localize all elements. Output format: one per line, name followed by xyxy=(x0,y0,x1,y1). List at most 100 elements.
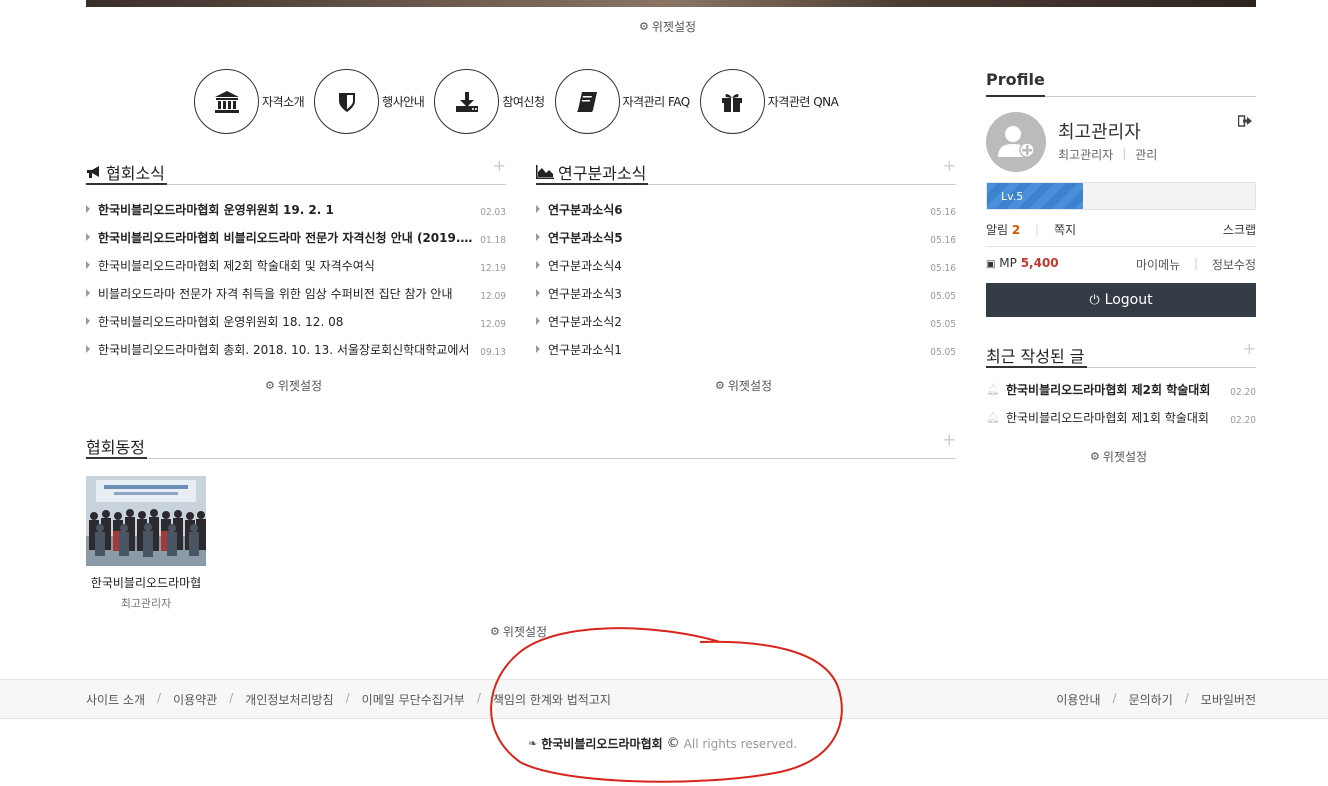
list-item[interactable]: 🔔︎ 한국비블리오드라마협회 제2회 학술대회 02.20 xyxy=(986,375,1256,403)
notifications-count: 2 xyxy=(1011,223,1021,237)
bullet-icon xyxy=(536,317,540,325)
research-board: 연구분과소식 + 연구분과소식6 05.16 연구분과소식5 05.16 연구분과소… xyxy=(536,156,956,363)
board-title[interactable]: 최근 작성된 글 xyxy=(986,343,1087,368)
gallery-thumbnail[interactable] xyxy=(86,476,206,566)
footer-link-privacy[interactable]: 개인정보처리방침 xyxy=(245,691,333,708)
post-title[interactable]: 한국비블리오드라마협회 제2회 학술대회 및 자격수여식 xyxy=(98,257,375,274)
divider: | xyxy=(1035,223,1040,237)
more-button[interactable]: + xyxy=(943,156,956,175)
list-item[interactable]: 연구분과소식3 05.05 xyxy=(536,279,956,307)
post-date: 12.09 xyxy=(480,291,506,302)
news-board: 협회소식 + 한국비블리오드라마협회 운영위원회 19. 2. 1 02.03 한… xyxy=(86,156,506,363)
post-title[interactable]: 연구분과소식3 xyxy=(548,285,622,302)
bullet-icon xyxy=(86,345,90,353)
footer-link-terms[interactable]: 이용약관 xyxy=(173,691,217,708)
widget-setting-label: 위젯설정 xyxy=(651,20,697,34)
list-item[interactable]: 한국비블리오드라마협회 제2회 학술대회 및 자격수여식 12.19 xyxy=(86,251,506,279)
banner-image xyxy=(86,0,1256,7)
messages-link[interactable]: 쪽지 xyxy=(1054,223,1076,237)
scrap-link[interactable]: 스크랩 xyxy=(1223,221,1256,238)
post-title[interactable]: 연구분과소식4 xyxy=(548,257,622,274)
gallery-board: 협회동정 + xyxy=(86,430,956,459)
icon-menu-item-faq[interactable]: 자격관리 FAQ xyxy=(554,69,690,134)
post-date: 02.20 xyxy=(1230,415,1256,426)
post-title[interactable]: 연구분과소식1 xyxy=(548,341,622,358)
post-date: 01.18 xyxy=(480,235,506,246)
widget-setting-link[interactable]: ⚙ 위젯설정 xyxy=(715,377,772,394)
post-title[interactable]: 한국비블리오드라마협회 운영위원회 18. 12. 08 xyxy=(98,313,343,330)
footer-link-contact[interactable]: 문의하기 xyxy=(1129,691,1173,708)
divider: / xyxy=(1112,691,1117,705)
post-title[interactable]: 한국비블리오드라마협회 제1회 학술대회 xyxy=(1006,409,1209,426)
more-button[interactable]: + xyxy=(493,156,506,175)
gift-icon xyxy=(699,69,765,134)
post-title[interactable]: 한국비블리오드라마협회 제2회 학술대회 xyxy=(1006,381,1210,398)
list-item[interactable]: 비블리오드라마 전문가 자격 취득을 위한 임상 수퍼비전 집단 참가 안내 12… xyxy=(86,279,506,307)
bullet-icon xyxy=(536,261,540,269)
gear-icon: ⚙ xyxy=(265,379,275,392)
post-title[interactable]: 한국비블리오드라마협회 총회. 2018. 10. 13. 서울장로회신학대학교… xyxy=(98,341,469,358)
divider: | xyxy=(1194,256,1199,270)
profile-title: Profile xyxy=(986,70,1045,97)
divider: / xyxy=(229,691,234,705)
widget-setting-link[interactable]: ⚙ 위젯설정 xyxy=(265,377,322,394)
more-button[interactable]: + xyxy=(1243,339,1256,358)
board-title-text: 연구분과소식 xyxy=(558,163,647,183)
bullet-icon xyxy=(536,205,540,213)
footer-link-guide[interactable]: 이용안내 xyxy=(1056,691,1100,708)
bullet-icon xyxy=(86,233,90,241)
sign-out-icon[interactable] xyxy=(1237,115,1252,131)
post-date: 05.16 xyxy=(930,235,956,246)
list-item[interactable]: 연구분과소식2 05.05 xyxy=(536,307,956,335)
bell-icon: 🔔︎ xyxy=(986,382,1000,396)
icon-menu-item-qna[interactable]: 자격관련 QNA xyxy=(699,69,839,134)
notifications-link[interactable]: 알림 2 xyxy=(986,223,1020,237)
list-item[interactable]: 연구분과소식1 05.05 xyxy=(536,335,956,363)
post-title[interactable]: 연구분과소식2 xyxy=(548,313,622,330)
list-item[interactable]: 한국비블리오드라마협회 운영위원회 18. 12. 08 12.09 xyxy=(86,307,506,335)
logout-label: Logout xyxy=(1104,292,1153,308)
board-header: 최근 작성된 글 + xyxy=(986,339,1256,368)
board-header: 협회동정 + xyxy=(86,430,956,459)
post-title[interactable]: 비블리오드라마 전문가 자격 취득을 위한 임상 수퍼비전 집단 참가 안내 xyxy=(98,285,453,302)
avatar[interactable] xyxy=(986,112,1046,172)
footer-link-email-policy[interactable]: 이메일 무단수집거부 xyxy=(362,691,465,708)
icon-menu-item-intro[interactable]: 자격소개 xyxy=(194,69,305,134)
admin-link[interactable]: 관리 xyxy=(1135,146,1157,163)
list-item[interactable]: 한국비블리오드라마협회 운영위원회 19. 2. 1 02.03 xyxy=(86,195,506,223)
post-title[interactable]: 한국비블리오드라마협회 운영위원회 19. 2. 1 xyxy=(98,201,334,218)
add-user-icon xyxy=(998,126,1035,158)
footer-link-mobile[interactable]: 모바일버전 xyxy=(1201,691,1256,708)
post-date: 05.05 xyxy=(930,319,956,330)
board-title[interactable]: 협회동정 xyxy=(86,434,147,459)
post-list: 연구분과소식6 05.16 연구분과소식5 05.16 연구분과소식4 05.16 연… xyxy=(536,195,956,363)
list-item[interactable]: 연구분과소식6 05.16 xyxy=(536,195,956,223)
list-item[interactable]: 한국비블리오드라마협회 비블리오드라마 전문가 자격신청 안내 (2019. 1… xyxy=(86,223,506,251)
list-item[interactable]: 🔔︎ 한국비블리오드라마협회 제1회 학술대회 02.20 xyxy=(986,403,1256,431)
board-title[interactable]: 연구분과소식 xyxy=(536,160,649,185)
logout-button[interactable]: ⏻ Logout xyxy=(986,283,1256,317)
board-title[interactable]: 협회소식 xyxy=(86,160,167,185)
more-button[interactable]: + xyxy=(943,430,956,449)
gallery-item-title[interactable]: 한국비블리오드라마협 xyxy=(86,574,206,591)
footer-link-about[interactable]: 사이트 소개 xyxy=(86,691,145,708)
post-date: 12.09 xyxy=(480,319,506,330)
widget-setting-link[interactable]: ⚙ 위젯설정 xyxy=(1090,448,1147,465)
icon-menu-item-apply[interactable]: 참여신청 xyxy=(434,69,545,134)
icon-menu-item-events[interactable]: 행사안내 xyxy=(314,69,425,134)
list-item[interactable]: 연구분과소식4 05.16 xyxy=(536,251,956,279)
post-title[interactable]: 한국비블리오드라마협회 비블리오드라마 전문가 자격신청 안내 (2019. 1… xyxy=(98,229,473,246)
edit-info-link[interactable]: 정보수정 xyxy=(1212,256,1256,273)
megaphone-icon xyxy=(87,165,99,178)
bullet-icon xyxy=(536,345,540,353)
list-item[interactable]: 한국비블리오드라마협회 총회. 2018. 10. 13. 서울장로회신학대학교… xyxy=(86,335,506,363)
icon-menu-label: 자격관련 QNA xyxy=(767,95,839,109)
post-title[interactable]: 연구분과소식5 xyxy=(548,229,623,246)
post-date: 12.19 xyxy=(480,263,506,274)
post-title[interactable]: 연구분과소식6 xyxy=(548,201,623,218)
list-item[interactable]: 연구분과소식5 05.16 xyxy=(536,223,956,251)
widget-setting-label: 위젯설정 xyxy=(277,379,323,393)
widget-setting-link[interactable]: ⚙ 위젯설정 xyxy=(639,18,696,35)
my-menu-link[interactable]: 마이메뉴 xyxy=(1136,256,1180,273)
bullet-icon xyxy=(536,233,540,241)
